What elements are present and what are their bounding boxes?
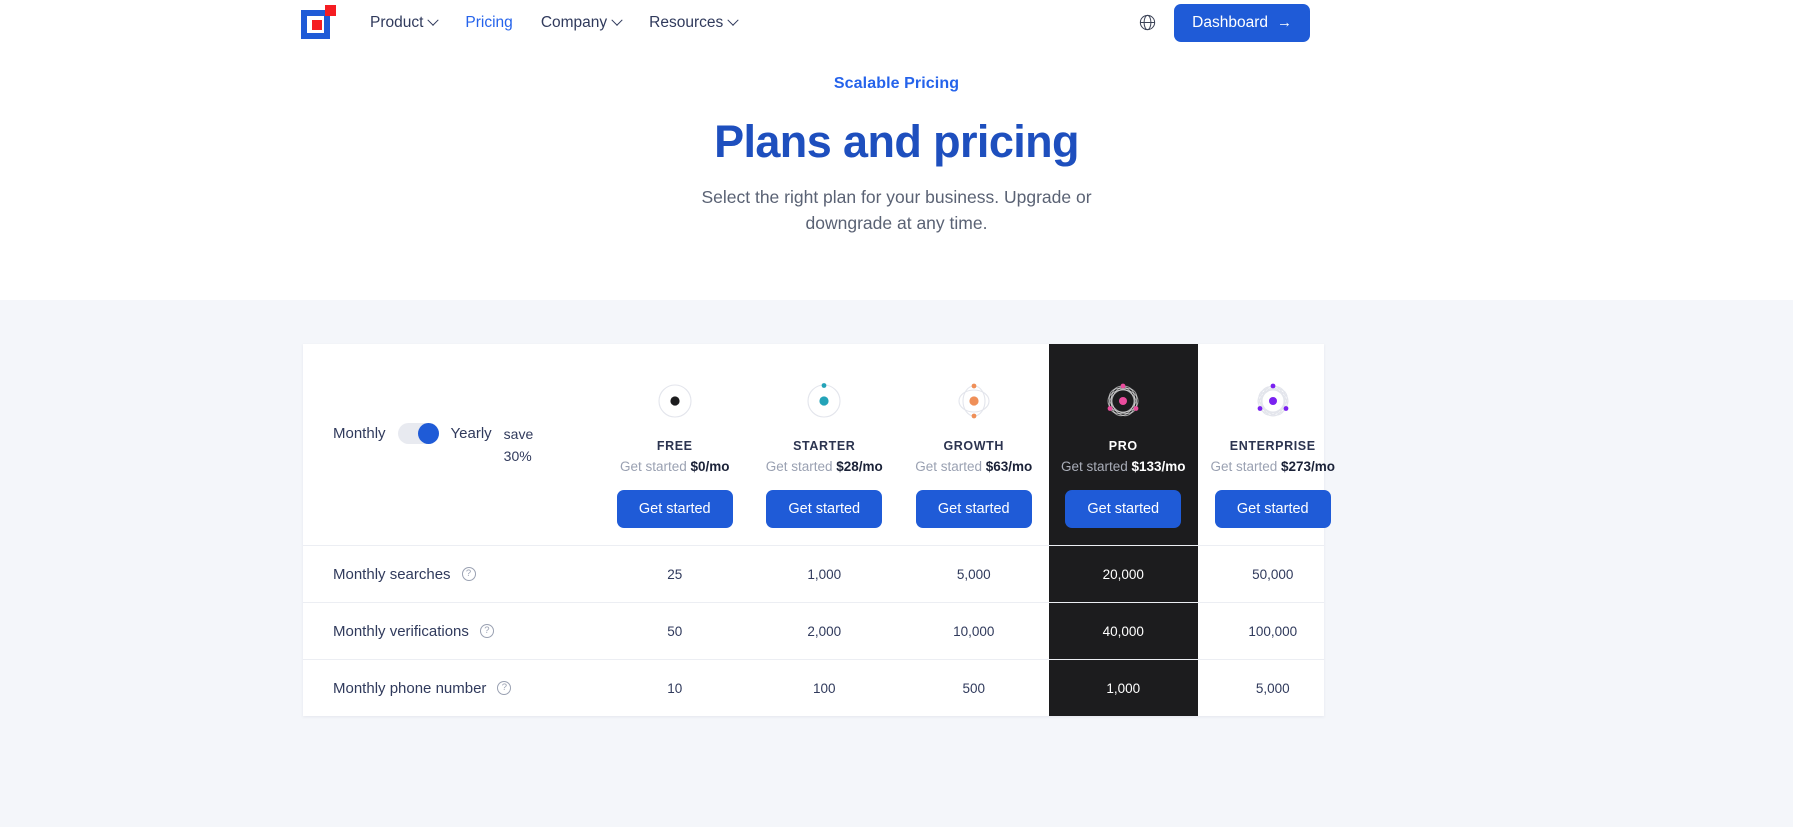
globe-icon[interactable] bbox=[1139, 14, 1156, 31]
nav-item-product[interactable]: Product bbox=[356, 14, 451, 32]
feature-value-cell: 10 bbox=[667, 680, 683, 696]
table-row: Monthly verifications? 50 2,000 10,000 40,00… bbox=[303, 602, 1324, 659]
pricing-header-row: Monthly Yearly save 30% FREE Get started … bbox=[303, 344, 1335, 545]
plan-column-starter: STARTER Get started $28/mo Get started bbox=[750, 344, 900, 545]
plan-atom-icon bbox=[958, 383, 990, 419]
hero-eyebrow: Scalable Pricing bbox=[833, 75, 960, 92]
feature-value-cell: 100,000 bbox=[1248, 623, 1298, 639]
get-started-button-pro[interactable]: Get started bbox=[1065, 490, 1182, 528]
dashboard-button[interactable]: Dashboard → bbox=[1174, 3, 1310, 42]
dashboard-button-label: Dashboard bbox=[1192, 13, 1268, 31]
table-row: Monthly phone number? 10 100 500 1,000 5,000 bbox=[303, 659, 1324, 716]
feature-value-cell: 2,000 bbox=[807, 623, 842, 639]
nav-right-group: Dashboard → bbox=[1139, 3, 1310, 42]
plan-name: GROWTH bbox=[943, 439, 1005, 453]
plan-atom-icon bbox=[1257, 383, 1289, 417]
nav-item-pricing[interactable]: Pricing bbox=[451, 14, 526, 32]
chevron-down-icon bbox=[611, 14, 623, 26]
nav-item-pricing-label: Pricing bbox=[465, 13, 513, 31]
feature-value-cell: 500 bbox=[962, 680, 986, 696]
plan-name: FREE bbox=[656, 439, 693, 453]
top-navigation-bar: Product Pricing Company Resources Dashbo… bbox=[0, 0, 1793, 45]
nav-item-resources[interactable]: Resources bbox=[635, 14, 751, 32]
help-icon[interactable]: ? bbox=[497, 681, 512, 695]
billing-yearly-label[interactable]: Yearly bbox=[451, 422, 492, 444]
feature-value-cell: 50,000 bbox=[1252, 566, 1294, 582]
logo-accent-top-right bbox=[325, 5, 336, 16]
feature-value-cell: 5,000 bbox=[956, 566, 991, 582]
arrow-right-icon: → bbox=[1277, 14, 1292, 31]
plan-atom-icon bbox=[1107, 383, 1139, 417]
nav-item-product-label: Product bbox=[370, 13, 424, 31]
feature-value-cell: 5,000 bbox=[1255, 680, 1290, 696]
get-started-button-growth[interactable]: Get started bbox=[915, 490, 1032, 528]
feature-value-cell: 40,000 bbox=[1048, 603, 1198, 659]
feature-label-cell: Monthly phone number? bbox=[303, 660, 600, 716]
billing-save-badge: save 30% bbox=[503, 426, 534, 464]
feature-value-cell: 50 bbox=[667, 623, 683, 639]
help-icon[interactable]: ? bbox=[461, 567, 476, 581]
table-row: Monthly searches? 25 1,000 5,000 20,000 50,00… bbox=[303, 545, 1324, 602]
nav-menu: Product Pricing Company Resources bbox=[356, 14, 751, 32]
billing-toggle-cell: Monthly Yearly save 30% bbox=[303, 344, 600, 545]
pricing-section: Monthly Yearly save 30% FREE Get started … bbox=[0, 300, 1793, 827]
feature-label: Monthly searches bbox=[333, 565, 451, 583]
hero-subtitle: Select the right plan for your business.… bbox=[701, 187, 1092, 233]
nav-left-group: Product Pricing Company Resources bbox=[301, 5, 751, 40]
logo-accent-inner bbox=[312, 20, 322, 30]
plan-atom-icon bbox=[658, 384, 692, 418]
hero-section: Scalable Pricing Plans and pricing Selec… bbox=[0, 45, 1793, 300]
get-started-button-enterprise[interactable]: Get started bbox=[1214, 490, 1331, 528]
plan-column-free: FREE Get started $0/mo Get started bbox=[600, 344, 750, 545]
feature-label: Monthly verifications bbox=[333, 622, 469, 640]
plan-column-growth: GROWTH Get started $63/mo Get started bbox=[899, 344, 1049, 545]
plan-atom-icon bbox=[807, 383, 841, 418]
get-started-button-starter[interactable]: Get started bbox=[766, 490, 883, 528]
feature-label-cell: Monthly searches? bbox=[303, 546, 600, 602]
help-icon[interactable]: ? bbox=[479, 624, 494, 638]
feature-value-cell: 100 bbox=[812, 680, 836, 696]
plan-column-pro: PRO Get started $133/mo Get started bbox=[1048, 344, 1198, 545]
plan-price: Get started $63/mo bbox=[915, 459, 1033, 474]
billing-toggle-group: Monthly Yearly save 30% bbox=[333, 422, 546, 467]
feature-value-cell: 10,000 bbox=[953, 623, 995, 639]
feature-value-cell: 1,000 bbox=[807, 566, 842, 582]
plan-name: STARTER bbox=[793, 439, 856, 453]
chevron-down-icon bbox=[427, 14, 440, 26]
plan-price: Get started $273/mo bbox=[1210, 459, 1336, 474]
plan-price: Get started $0/mo bbox=[619, 459, 730, 474]
nav-item-resources-label: Resources bbox=[649, 13, 724, 31]
page-title: Plans and pricing bbox=[714, 116, 1079, 167]
nav-item-company[interactable]: Company bbox=[527, 14, 635, 32]
billing-period-toggle[interactable] bbox=[397, 423, 439, 444]
feature-value-cell: 20,000 bbox=[1048, 546, 1198, 602]
nav-item-company-label: Company bbox=[540, 13, 608, 31]
chevron-down-icon bbox=[727, 14, 739, 26]
plan-name: PRO bbox=[1108, 439, 1138, 453]
pricing-table: Monthly Yearly save 30% FREE Get started … bbox=[303, 344, 1335, 716]
feature-value-cell: 1,000 bbox=[1048, 660, 1198, 716]
feature-value-cell: 25 bbox=[667, 566, 683, 582]
plan-name: ENTERPRISE bbox=[1229, 439, 1316, 453]
plan-price: Get started $133/mo bbox=[1060, 459, 1186, 474]
plan-price: Get started $28/mo bbox=[765, 459, 883, 474]
feature-label: Monthly phone number bbox=[333, 679, 487, 697]
feature-rows: Monthly searches? 25 1,000 5,000 20,000 50,00… bbox=[303, 545, 1324, 716]
feature-label-cell: Monthly verifications? bbox=[303, 603, 600, 659]
billing-monthly-label[interactable]: Monthly bbox=[333, 422, 386, 444]
brand-logo[interactable] bbox=[301, 5, 336, 40]
get-started-button-free[interactable]: Get started bbox=[616, 490, 733, 528]
plan-column-enterprise: ENTERPRISE Get started $273/mo Get started bbox=[1198, 344, 1348, 545]
toggle-knob bbox=[417, 423, 439, 444]
